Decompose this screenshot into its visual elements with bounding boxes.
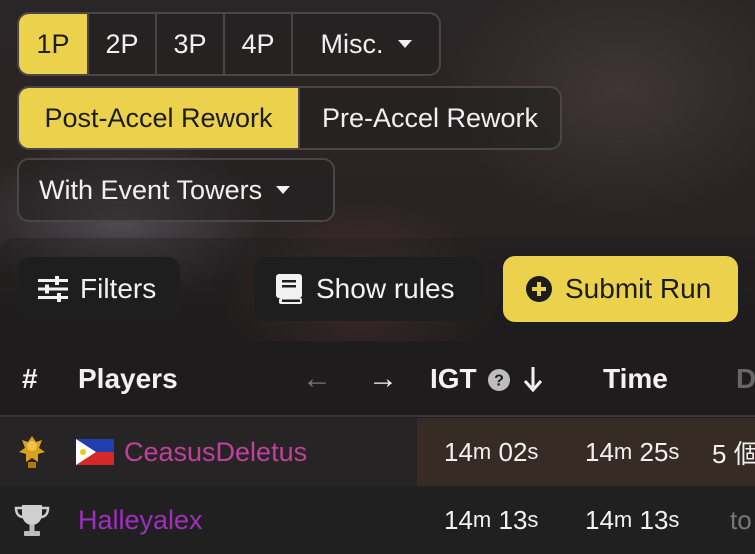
philippines-flag-icon [76, 418, 114, 486]
igt-value: 14 m 13 s [444, 504, 539, 535]
tab-1p-label: 1P [36, 28, 70, 59]
tab-2p-label: 2P [105, 28, 139, 59]
chevron-down-icon [276, 186, 291, 194]
players-column-header: Players [78, 341, 178, 417]
table-row[interactable]: CeasusDeletus 14 m 02 s 14 m 25 s 5 個 [0, 418, 755, 486]
tab-pre-accel-rework[interactable]: Pre-Accel Rework [300, 88, 560, 148]
tab-3p-label: 3P [173, 28, 207, 59]
arrow-left-icon: ← [302, 362, 332, 395]
book-icon [276, 274, 302, 304]
tab-misc[interactable]: Misc. [293, 14, 439, 74]
submit-run-label: Submit Run [565, 273, 712, 304]
scroll-right-button[interactable]: → [368, 341, 398, 417]
scroll-left-button[interactable]: ← [302, 341, 332, 417]
time-header-label: Time [603, 363, 668, 394]
rank-header-label: # [22, 363, 38, 394]
tab-2p[interactable]: 2P [89, 14, 157, 74]
player-name: Halleyalex [78, 504, 203, 535]
player-name-link[interactable]: Halleyalex [78, 486, 203, 554]
chevron-down-icon [397, 40, 412, 48]
players-header-label: Players [78, 363, 178, 394]
plus-circle-icon [525, 275, 553, 303]
filters-button[interactable]: Filters [18, 257, 180, 321]
time-column-header[interactable]: Time [603, 341, 668, 417]
help-icon[interactable]: ? [487, 367, 511, 391]
gold-trophy-icon [16, 418, 48, 486]
igt-value: 14 m 02 s [444, 436, 539, 467]
event-towers-value: With Event Towers [39, 174, 263, 205]
event-towers-dropdown[interactable]: With Event Towers [17, 158, 335, 222]
date-value: to [730, 504, 752, 535]
tab-post-accel-label: Post-Accel Rework [44, 102, 273, 133]
filters-label: Filters [80, 273, 157, 304]
tab-3p[interactable]: 3P [157, 14, 225, 74]
date-value: 5 個 [712, 438, 755, 469]
leaderboard-header: # Players ← → IGT ? Time D [0, 341, 755, 417]
igt-column-header[interactable]: IGT ? [430, 341, 543, 417]
rank-column-header: # [22, 341, 38, 417]
date-header-label: D [736, 363, 755, 394]
tab-post-accel-rework[interactable]: Post-Accel Rework [19, 88, 300, 148]
tab-4p-label: 4P [241, 28, 275, 59]
tab-misc-label: Misc. [320, 28, 384, 59]
show-rules-label: Show rules [316, 273, 455, 304]
player-count-tabs: 1P 2P 3P 4P Misc. [17, 12, 441, 76]
svg-text:?: ? [494, 373, 504, 390]
date-column-header[interactable]: D [736, 341, 755, 417]
player-name: CeasusDeletus [124, 436, 308, 467]
silver-trophy-icon [14, 486, 50, 554]
tab-pre-accel-label: Pre-Accel Rework [321, 102, 539, 133]
time-value: 14 m 13 s [585, 504, 680, 535]
event-towers-select[interactable]: With Event Towers [19, 160, 333, 220]
time-value: 14 m 25 s [585, 436, 680, 467]
sort-descending-icon [523, 365, 543, 393]
submit-run-button[interactable]: Submit Run [503, 256, 738, 322]
arrow-right-icon: → [368, 362, 398, 395]
show-rules-button[interactable]: Show rules [254, 257, 484, 321]
tab-4p[interactable]: 4P [225, 14, 293, 74]
sliders-icon [38, 276, 68, 302]
version-tabs: Post-Accel Rework Pre-Accel Rework [17, 86, 562, 150]
igt-header-label: IGT [430, 363, 477, 394]
tab-1p[interactable]: 1P [19, 14, 89, 74]
player-name-link[interactable]: CeasusDeletus [124, 418, 307, 486]
table-row[interactable]: Halleyalex 14 m 13 s 14 m 13 s to [0, 486, 755, 554]
